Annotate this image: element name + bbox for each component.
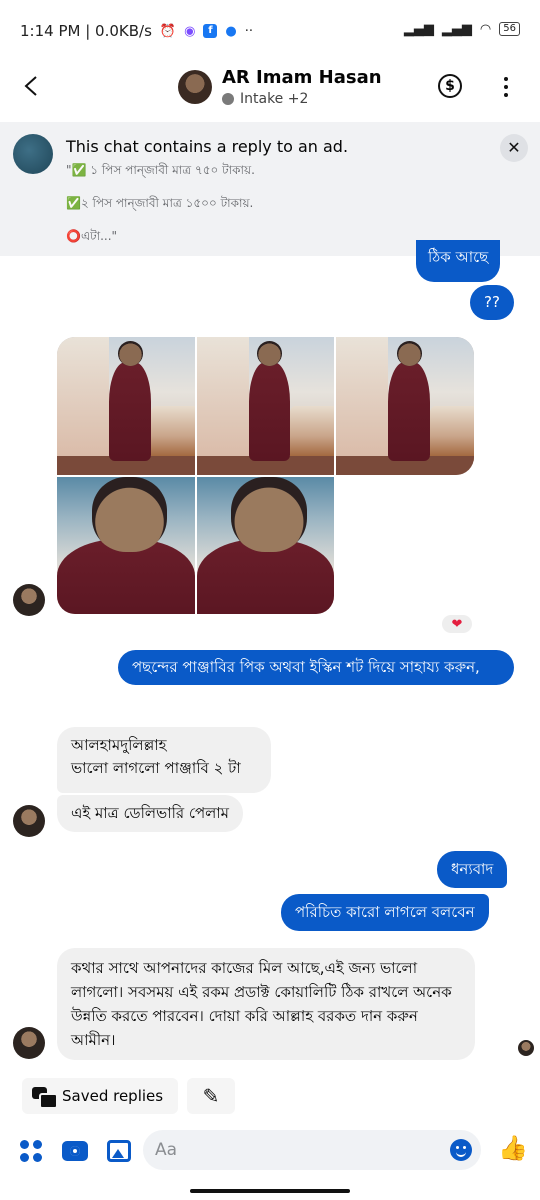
message-composer: 👍 <box>0 1128 540 1172</box>
pencil-icon[interactable]: ✎ <box>187 1078 235 1114</box>
contact-subtitle-text: Intake +2 <box>240 91 309 107</box>
shared-photo[interactable] <box>197 477 334 614</box>
dollar-icon[interactable]: $ <box>438 74 462 98</box>
ad-thumbnail[interactable] <box>13 134 53 174</box>
ad-reply-banner: This chat contains a reply to an ad. "✅ … <box>0 122 540 256</box>
shared-photo[interactable] <box>336 337 474 475</box>
status-bar: 1:14 PM | 0.0KB/s ⏰ ◉ f ● ·· ▂▄▆ ▂▄▆ ◠ 5… <box>0 0 540 64</box>
outgoing-message[interactable]: ?? <box>470 285 514 320</box>
quick-actions-bar: Saved replies ✎ <box>0 1078 540 1116</box>
contact-name[interactable]: AR Imam Hasan <box>222 67 382 88</box>
outgoing-message[interactable]: ধন্যবাদ <box>437 851 508 888</box>
saved-replies-button[interactable]: Saved replies <box>22 1078 178 1114</box>
contact-subtitle[interactable]: Intake +2 <box>222 91 308 107</box>
saved-replies-label: Saved replies <box>62 1087 164 1105</box>
sender-avatar[interactable] <box>13 805 45 837</box>
menu-dots-icon[interactable] <box>20 1140 42 1162</box>
status-right: ▂▄▆ ▂▄▆ ◠ 56 <box>404 22 520 36</box>
ad-text-line-2: ✅২ পিস পান্জাবী মাত্র ১৫০০ টাকায়. <box>66 196 254 210</box>
sender-avatar[interactable] <box>13 1027 45 1059</box>
incoming-message[interactable]: আলহামদুলিল্লাহ ভালো লাগলো পাঞ্জাবি ২ টা <box>57 727 271 793</box>
messenger-icon: ◉ <box>184 23 196 39</box>
heart-reaction-icon[interactable]: ❤ <box>440 613 474 635</box>
battery-icon: 56 <box>499 22 520 36</box>
seen-receipt-avatar <box>518 1040 534 1056</box>
close-icon[interactable]: ✕ <box>500 134 528 162</box>
outgoing-message[interactable]: ঠিক আছে <box>416 240 501 282</box>
home-indicator[interactable] <box>190 1189 350 1193</box>
alarm-icon: ⏰ <box>159 23 177 39</box>
more-notifications-icon: ·· <box>244 23 254 39</box>
incoming-message[interactable]: এই মাত্র ডেলিভারি পেলাম <box>57 795 244 832</box>
signal-2-icon: ▂▄▆ <box>441 21 472 37</box>
ad-banner-title: This chat contains a reply to an ad. <box>66 137 349 156</box>
contact-avatar[interactable] <box>178 70 212 104</box>
chat-header: AR Imam Hasan Intake +2 $ <box>0 64 540 120</box>
signal-icon: ▂▄▆ <box>403 21 434 37</box>
thumbs-up-icon[interactable]: 👍 <box>498 1136 528 1160</box>
message-input[interactable] <box>143 1130 481 1170</box>
status-time: 1:14 PM | 0.0KB/s <box>20 22 152 40</box>
outgoing-message[interactable]: পরিচিত কারো লাগলে বলবেন <box>281 894 489 931</box>
presence-dot-icon <box>222 93 234 105</box>
back-arrow-icon[interactable] <box>20 74 44 98</box>
more-options-icon[interactable] <box>497 74 515 100</box>
facebook-icon: f <box>203 24 218 38</box>
ad-text-line-1: "✅ ১ পিস পান্জাবী মাত্র ৭৫০ টাকায়. <box>66 163 255 177</box>
shared-photo[interactable] <box>57 337 195 475</box>
wifi-icon: ◠ <box>479 21 492 37</box>
saved-replies-icon <box>32 1087 58 1109</box>
gallery-icon[interactable] <box>107 1140 131 1162</box>
outgoing-message[interactable]: পছন্দের পাঞ্জাবির পিক অথবা ইস্কিন শট দিয… <box>118 650 514 685</box>
ad-text-line-3: ⭕এটা..." <box>66 229 118 243</box>
emoji-icon[interactable] <box>450 1139 472 1161</box>
shared-photo[interactable] <box>57 477 195 614</box>
incoming-message[interactable]: কথার সাথে আপনাদের কাজের মিল আছে,এই জন্য … <box>57 948 475 1060</box>
status-left: 1:14 PM | 0.0KB/s ⏰ ◉ f ● ·· <box>20 22 253 40</box>
chat-icon: ● <box>225 23 237 39</box>
sender-avatar[interactable] <box>13 584 45 616</box>
incoming-message-text: আলহামদুলিল্লাহ ভালো লাগলো পাঞ্জাবি ২ টা <box>71 736 241 777</box>
camera-icon[interactable] <box>62 1141 88 1161</box>
shared-photo[interactable] <box>197 337 334 475</box>
